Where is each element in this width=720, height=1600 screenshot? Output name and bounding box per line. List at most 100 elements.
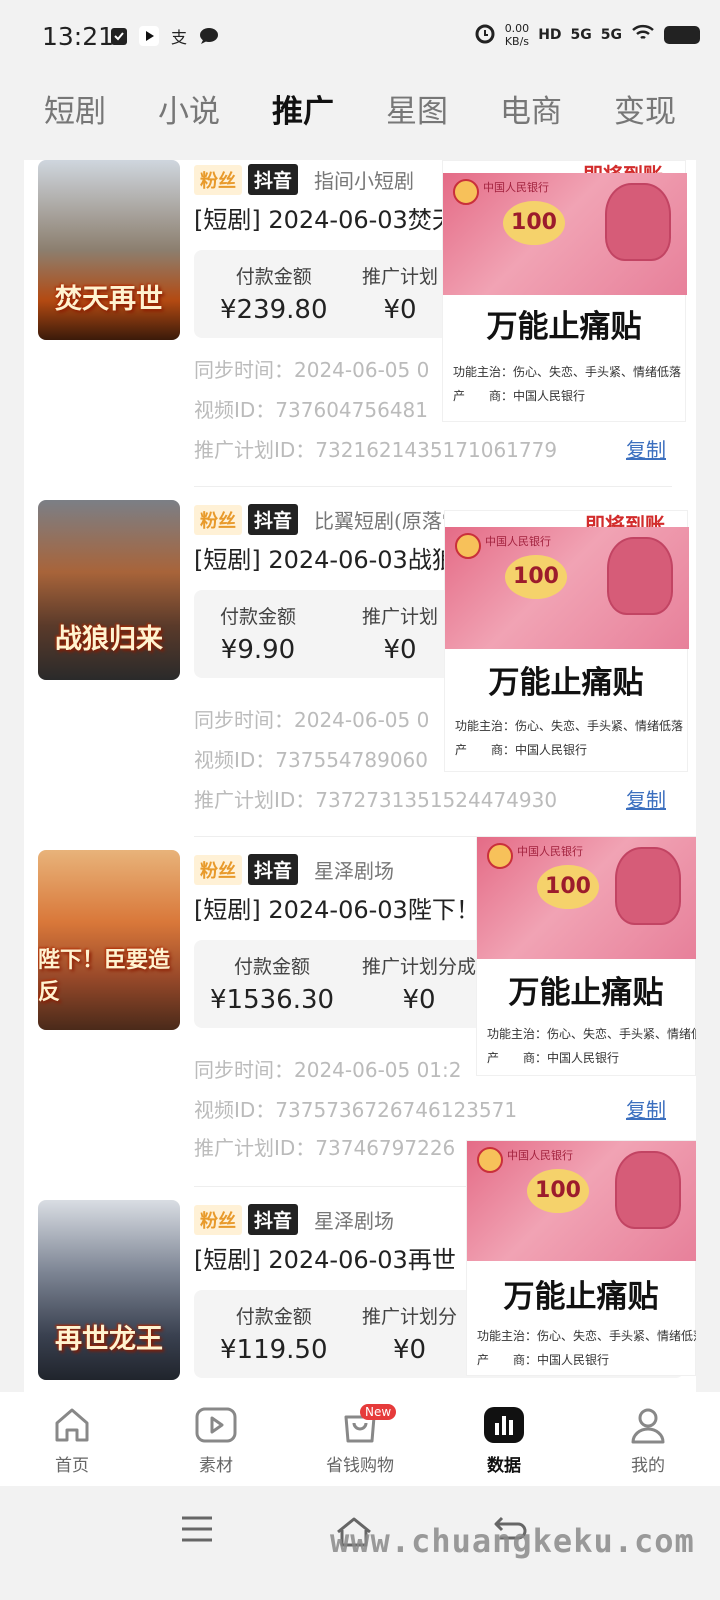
new-badge: New xyxy=(360,1404,397,1420)
drama-title: [短剧] 2024-06-03再世 xyxy=(194,1246,456,1274)
menu-icon[interactable] xyxy=(180,1514,214,1548)
drama-title: [短剧] 2024-06-03焚天 xyxy=(194,206,456,234)
banknote-image: 中国人民银行 100 xyxy=(445,527,689,649)
copy-button[interactable]: 复制 xyxy=(626,1094,666,1123)
portrait-icon xyxy=(615,847,681,925)
alipay-icon: 支 xyxy=(170,28,187,47)
plan-share: 推广计划分成 ¥0 xyxy=(362,956,477,1015)
video-app-icon xyxy=(138,25,160,47)
tab-promotion[interactable]: 推广 xyxy=(272,86,334,131)
video-id: 视频ID：737604756481 xyxy=(194,398,428,422)
fans-tag: 粉丝 xyxy=(194,504,242,535)
drama-cover[interactable]: 焚天再世 xyxy=(38,160,180,340)
tab-xingtu[interactable]: 星图 xyxy=(386,86,448,131)
sticker-headline: 万能止痛贴 xyxy=(486,309,642,345)
system-indicators: 0.00 KB/s HD 5G 5G xyxy=(474,22,700,48)
source-name: 星泽剧场 xyxy=(314,859,395,883)
tab-materials[interactable]: 素材 xyxy=(144,1392,288,1486)
tag-row: 粉丝 抖音 指间小短剧 xyxy=(194,164,414,195)
tag-row: 粉丝 抖音 星泽剧场 xyxy=(194,1204,394,1235)
alarm-icon xyxy=(474,22,496,48)
tab-home[interactable]: 首页 xyxy=(0,1392,144,1486)
money-sticker-3: 中国人民银行 100 万能止痛贴 功能主治：伤心、失恋、手头紧、情绪低落 产 商… xyxy=(476,836,696,1076)
promotion-list[interactable]: 焚天再世 粉丝 抖音 指间小短剧 [短剧] 2024-06-03焚天 付款金额 ¥… xyxy=(24,160,696,1392)
tag-row: 粉丝 抖音 比翼短剧(原落雪) xyxy=(194,504,470,535)
douyin-tag: 抖音 xyxy=(248,1204,299,1235)
bottom-tab-bar: 首页 素材 New 省钱购物 数据 我的 xyxy=(0,1392,720,1486)
tab-shopping[interactable]: New 省钱购物 xyxy=(288,1392,432,1486)
fans-tag: 粉丝 xyxy=(194,1204,242,1235)
money-sticker-2: 即将到账 中国人民银行 100 万能止痛贴 功能主治：伤心、失恋、手头紧、情绪低… xyxy=(444,510,689,772)
home-icon xyxy=(50,1403,94,1447)
plan-share: 推广计划 ¥0 xyxy=(362,266,439,325)
pay-amount: 付款金额 ¥119.50 xyxy=(220,1306,328,1365)
plan-share: 推广计划分 ¥0 xyxy=(362,1306,458,1365)
tab-novel[interactable]: 小说 xyxy=(158,86,220,131)
plan-id: 推广计划ID：7321621435171061779 xyxy=(194,438,558,462)
sync-time: 同步时间：2024-06-05 01:2 xyxy=(194,1058,462,1082)
drama-title: [短剧] 2024-06-03战狼 xyxy=(194,546,456,574)
banknote-image: 中国人民银行 100 xyxy=(467,1141,696,1261)
profile-icon xyxy=(626,1403,670,1447)
emblem-icon xyxy=(487,843,513,869)
douyin-tag: 抖音 xyxy=(248,504,299,535)
pay-amount: 付款金额 ¥9.90 xyxy=(220,606,297,665)
douyin-tag: 抖音 xyxy=(248,164,299,195)
money-sticker-4: 中国人民银行 100 万能止痛贴 功能主治：伤心、失恋、手头紧、情绪低落 产 商… xyxy=(466,1140,696,1376)
copy-button[interactable]: 复制 xyxy=(626,434,666,463)
douyin-tag: 抖音 xyxy=(248,854,299,885)
sticker-line-2: 产 商：中国人民银行 xyxy=(477,1353,610,1367)
tab-ecommerce[interactable]: 电商 xyxy=(500,86,562,131)
sticker-headline: 万能止痛贴 xyxy=(508,975,664,1011)
status-bar: 13:21 支 0.00 KB/s HD 5G 5G xyxy=(0,0,720,74)
sticker-line-2: 产 商：中国人民银行 xyxy=(487,1051,620,1065)
sticker-line-2: 产 商：中国人民银行 xyxy=(453,389,586,403)
source-name: 星泽剧场 xyxy=(314,1209,395,1233)
notification-icons: 支 xyxy=(108,25,220,47)
emblem-icon xyxy=(477,1147,503,1173)
plan-share: 推广计划 ¥0 xyxy=(362,606,439,665)
fans-tag: 粉丝 xyxy=(194,164,242,195)
source-name: 指间小短剧 xyxy=(314,169,415,193)
top-tabs: 短剧 小说 推广 星图 电商 变现 xyxy=(0,78,720,138)
message-icon xyxy=(198,25,220,47)
tab-mine[interactable]: 我的 xyxy=(576,1392,720,1486)
drama-cover[interactable]: 再世龙王 xyxy=(38,1200,180,1380)
sync-time: 同步时间：2024-06-05 0 xyxy=(194,708,430,732)
hd-icon: HD xyxy=(538,27,562,43)
drama-cover[interactable]: 陛下！臣要造反 xyxy=(38,850,180,1030)
portrait-icon xyxy=(615,1151,681,1229)
tab-monetize[interactable]: 变现 xyxy=(614,86,676,131)
video-id: 视频ID：737554789060 xyxy=(194,748,428,772)
battery-icon xyxy=(664,26,700,44)
sticker-line-1: 功能主治：伤心、失恋、手头紧、情绪低落 xyxy=(453,365,682,379)
sticker-line-1: 功能主治：伤心、失恋、手头紧、情绪低落 xyxy=(455,719,684,733)
money-sticker-1: 即将到账 中国人民银行 100 万能止痛贴 功能主治：伤心、失恋、手头紧、情绪低… xyxy=(442,160,687,422)
tab-short-drama[interactable]: 短剧 xyxy=(44,86,106,131)
banknote-image: 中国人民银行 100 xyxy=(477,837,696,959)
drama-title: [短剧] 2024-06-03陛下！ xyxy=(194,896,480,924)
emblem-icon xyxy=(453,179,479,205)
plan-id: 推广计划ID：73746797226 xyxy=(194,1136,456,1160)
fans-tag: 粉丝 xyxy=(194,854,242,885)
sync-time: 同步时间：2024-06-05 0 xyxy=(194,358,430,382)
plan-id: 推广计划ID：7372731351524474930 xyxy=(194,788,558,812)
drama-cover[interactable]: 战狼归来 xyxy=(38,500,180,680)
copy-button[interactable]: 复制 xyxy=(626,784,666,813)
signal-5g-1: 5G xyxy=(570,27,592,43)
portrait-icon xyxy=(607,537,673,615)
sticker-line-2: 产 商：中国人民银行 xyxy=(455,743,588,757)
signal-5g-2: 5G xyxy=(600,27,622,43)
play-icon xyxy=(194,1403,238,1447)
sticker-headline: 万能止痛贴 xyxy=(488,665,644,701)
net-speed: 0.00 KB/s xyxy=(504,22,530,48)
watermark-text: www.chuangkeku.com xyxy=(330,1522,695,1560)
sticker-headline: 万能止痛贴 xyxy=(503,1279,659,1315)
video-id: 视频ID：7375736726746123571 xyxy=(194,1098,518,1122)
tab-data[interactable]: 数据 xyxy=(432,1392,576,1486)
pay-amount: 付款金额 ¥239.80 xyxy=(220,266,328,325)
check-clipboard-icon xyxy=(108,25,130,47)
portrait-icon xyxy=(605,183,671,261)
sticker-line-1: 功能主治：伤心、失恋、手头紧、情绪低落 xyxy=(477,1329,696,1343)
tag-row: 粉丝 抖音 星泽剧场 xyxy=(194,854,394,885)
